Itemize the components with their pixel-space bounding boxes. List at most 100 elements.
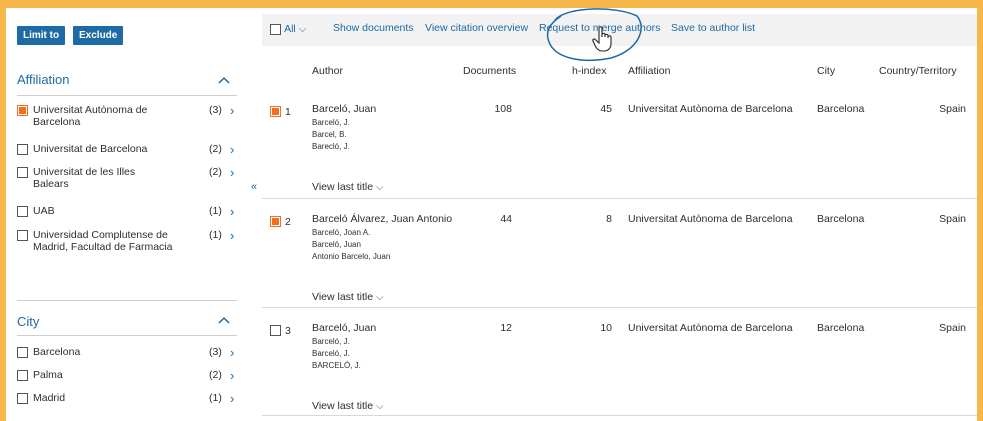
view-last-title-label: View last title	[312, 400, 374, 412]
table-row: 3 Barceló, Juan Barceló, J. Barceló, J. …	[262, 321, 977, 421]
facet-item-label: Barcelona	[33, 346, 81, 358]
row-divider	[262, 307, 977, 308]
author-name-link[interactable]: Barceló Álvarez, Juan Antonio	[312, 213, 452, 225]
chevron-down-icon[interactable]: ⌵	[299, 24, 307, 35]
chevron-down-icon: ⌵	[376, 292, 384, 303]
author-variant: Barceló, Joan A.	[312, 228, 371, 237]
author-name-link[interactable]: Barceló, Juan	[312, 103, 376, 115]
chevron-right-icon[interactable]: ›	[230, 345, 234, 360]
row-number: 3	[285, 325, 291, 337]
author-variant: Antonio Barcelo, Juan	[312, 252, 391, 261]
city-facet-title[interactable]: City	[17, 314, 39, 329]
filter-sidebar: Limit to Exclude Affiliation Universitat…	[6, 8, 248, 421]
checkbox[interactable]	[17, 206, 28, 217]
checkbox[interactable]	[17, 144, 28, 155]
facet-item-label: Madrid	[33, 392, 66, 404]
row-divider	[262, 415, 977, 416]
column-header-author[interactable]: Author	[312, 65, 343, 77]
city-value: Barcelona	[817, 322, 865, 334]
view-citation-overview-link[interactable]: View citation overview	[425, 22, 528, 34]
column-header-documents[interactable]: Documents	[463, 65, 516, 77]
chevron-right-icon[interactable]: ›	[230, 204, 234, 219]
facet-item-label: Universitat Autònoma de Barcelona	[33, 104, 148, 128]
save-to-author-list-link[interactable]: Save to author list	[671, 22, 755, 34]
limit-to-button[interactable]: Limit to	[17, 26, 66, 45]
documents-count[interactable]: 108	[460, 103, 512, 115]
chevron-right-icon[interactable]: ›	[230, 368, 234, 383]
author-variant: Barceló, J.	[312, 337, 350, 346]
chevron-right-icon[interactable]: ›	[230, 103, 234, 118]
row-divider	[262, 198, 977, 199]
h-index-value: 45	[600, 103, 612, 115]
author-name-link[interactable]: Barceló, Juan	[312, 322, 376, 334]
select-all-label: All	[284, 23, 296, 36]
facet-item-label: Palma	[33, 369, 63, 381]
author-variant: Barceló, J.	[312, 349, 350, 358]
facet-divider	[17, 95, 237, 96]
table-row: 1 Barceló, Juan Barceló, J. Barcel, B. B…	[262, 102, 977, 210]
chevron-up-icon[interactable]	[218, 314, 230, 326]
chevron-right-icon[interactable]: ›	[230, 228, 234, 243]
table-row: 2 Barceló Álvarez, Juan Antonio Barceló,…	[262, 212, 977, 320]
facet-item-label: Universitat de les Illes Balears	[33, 166, 136, 190]
facet-item-label: Universidad Complutense de Madrid, Facul…	[33, 229, 173, 253]
column-header-country[interactable]: Country/Territory	[879, 65, 957, 77]
select-all[interactable]: All ⌵	[270, 23, 306, 35]
checkbox-checked[interactable]	[17, 105, 28, 116]
checkbox[interactable]	[17, 347, 28, 358]
facet-item-label: Universitat de Barcelona	[33, 143, 148, 155]
view-last-title-toggle[interactable]: View last title ⌵	[312, 181, 384, 193]
show-documents-link[interactable]: Show documents	[333, 22, 414, 34]
facet-item-count: (2)	[209, 369, 222, 381]
h-index-value: 10	[600, 322, 612, 334]
chevron-right-icon[interactable]: ›	[230, 165, 234, 180]
city-value: Barcelona	[817, 213, 865, 225]
documents-count[interactable]: 12	[460, 322, 512, 334]
checkbox-checked[interactable]	[270, 216, 281, 227]
view-last-title-toggle[interactable]: View last title ⌵	[312, 291, 384, 303]
checkbox[interactable]	[270, 325, 281, 336]
chevron-up-icon[interactable]	[218, 74, 230, 86]
view-last-title-toggle[interactable]: View last title ⌵	[312, 400, 384, 412]
country-value: Spain	[939, 322, 966, 334]
checkbox[interactable]	[17, 393, 28, 404]
chevron-down-icon: ⌵	[376, 401, 384, 412]
column-header-h-index[interactable]: h-index	[572, 65, 606, 77]
row-number: 1	[285, 106, 291, 118]
chevron-right-icon[interactable]: ›	[230, 142, 234, 157]
collapse-sidebar-icon[interactable]: «	[251, 181, 257, 193]
facet-item-count: (3)	[209, 346, 222, 358]
city-value: Barcelona	[817, 103, 865, 115]
country-value: Spain	[939, 213, 966, 225]
documents-count[interactable]: 44	[460, 213, 512, 225]
author-variant: Barceló, Juan	[312, 240, 361, 249]
author-variant: Barecló, J.	[312, 142, 350, 151]
facet-item-count: (2)	[209, 166, 222, 178]
h-index-value: 8	[606, 213, 612, 225]
author-variant: BARCELÓ, J.	[312, 361, 361, 370]
exclude-button[interactable]: Exclude	[73, 26, 124, 45]
facet-divider	[17, 300, 237, 301]
affiliation-value: Universitat Autònoma de Barcelona	[628, 103, 793, 115]
row-number: 2	[285, 216, 291, 228]
affiliation-facet-title[interactable]: Affiliation	[17, 72, 70, 87]
author-variant: Barceló, J.	[312, 118, 350, 127]
column-header-affiliation[interactable]: Affiliation	[628, 65, 670, 77]
checkbox[interactable]	[270, 23, 281, 35]
column-header-city[interactable]: City	[817, 65, 835, 77]
facet-item-count: (1)	[209, 229, 222, 241]
checkbox-checked[interactable]	[270, 106, 281, 117]
facet-item-label: UAB	[33, 205, 55, 217]
facet-item-count: (1)	[209, 205, 222, 217]
checkbox[interactable]	[17, 230, 28, 241]
author-variant: Barcel, B.	[312, 130, 347, 139]
facet-item-count: (1)	[209, 392, 222, 404]
facet-divider	[17, 335, 237, 336]
view-last-title-label: View last title	[312, 291, 374, 303]
facet-item-count: (3)	[209, 104, 222, 116]
checkbox[interactable]	[17, 370, 28, 381]
checkbox[interactable]	[17, 167, 28, 178]
affiliation-value: Universitat Autònoma de Barcelona	[628, 322, 793, 334]
chevron-right-icon[interactable]: ›	[230, 391, 234, 406]
country-value: Spain	[939, 103, 966, 115]
